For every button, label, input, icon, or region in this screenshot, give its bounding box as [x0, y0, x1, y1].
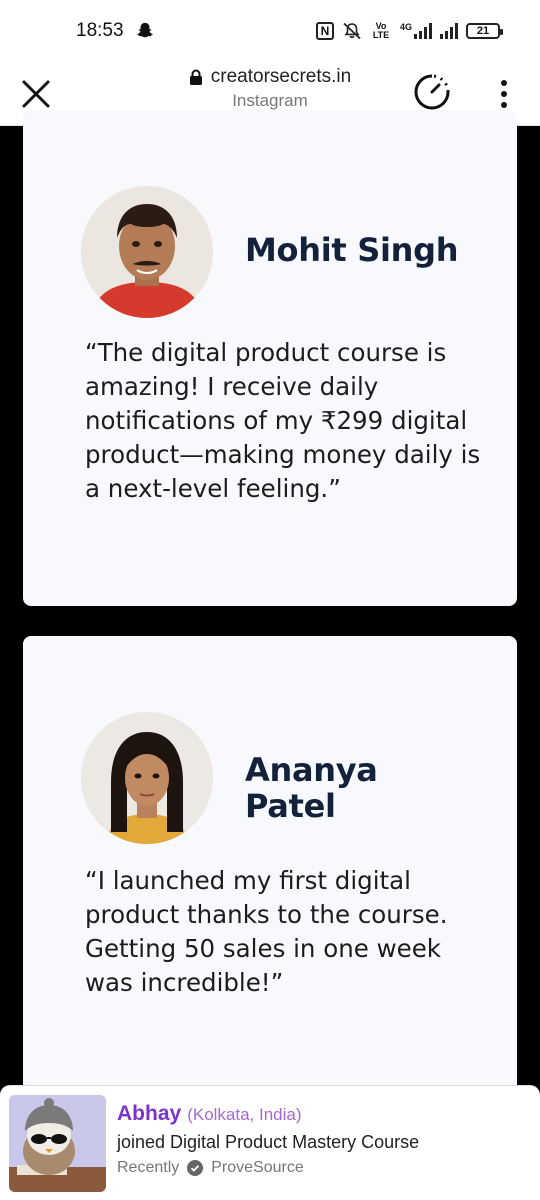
more-vert-icon[interactable] [490, 76, 518, 112]
avatar [81, 712, 213, 844]
snapchat-icon [136, 22, 153, 38]
notification-text: Abhay (Kolkata, India) joined Digital Pr… [117, 1102, 419, 1177]
url-source: Instagram [232, 91, 308, 110]
notification-action: joined Digital Product Mastery Course [117, 1132, 420, 1152]
volte-label: Vo LTE [372, 21, 390, 40]
close-icon[interactable] [18, 76, 54, 112]
signal-icon [414, 23, 432, 39]
testimonial-card: Mohit Singh “The digital product course … [23, 110, 517, 606]
testimonial-quote: “I launched my first digital product tha… [85, 866, 448, 997]
nfc-icon: N [315, 22, 334, 40]
testimonial-name: Ananya Patel [245, 751, 378, 825]
lock-icon [189, 69, 202, 85]
mute-icon [343, 22, 361, 40]
notification-provider[interactable]: ProveSource [211, 1159, 304, 1177]
testimonial-card: Ananya Patel “I launched my first digita… [23, 636, 517, 1116]
notification-image [9, 1095, 106, 1192]
avatar [81, 186, 213, 318]
verified-check-icon [187, 1160, 204, 1176]
status-time: 18:53 [76, 20, 124, 41]
url-block[interactable]: creatorsecrets.in Instagram [160, 66, 380, 111]
status-icons: N Vo LTE 4G 21 [315, 21, 503, 40]
social-proof-notification[interactable]: Abhay (Kolkata, India) joined Digital Pr… [0, 1085, 540, 1200]
notification-time: Recently [117, 1159, 180, 1176]
battery-icon: 21 [466, 23, 503, 39]
timer-icon[interactable] [412, 72, 452, 112]
testimonial-quote: “The digital product course is amazing! … [85, 338, 481, 503]
network-label: 4G [399, 22, 412, 32]
signal-icon-2 [440, 23, 458, 39]
battery-level: 21 [476, 25, 490, 37]
testimonial-name: Mohit Singh [245, 231, 459, 269]
url-text: creatorsecrets.in [210, 66, 352, 87]
status-bar: 18:53 N Vo LTE 4G 21 [0, 0, 540, 62]
notification-user: Abhay [117, 1102, 182, 1125]
notification-location: (Kolkata, India) [187, 1105, 302, 1124]
